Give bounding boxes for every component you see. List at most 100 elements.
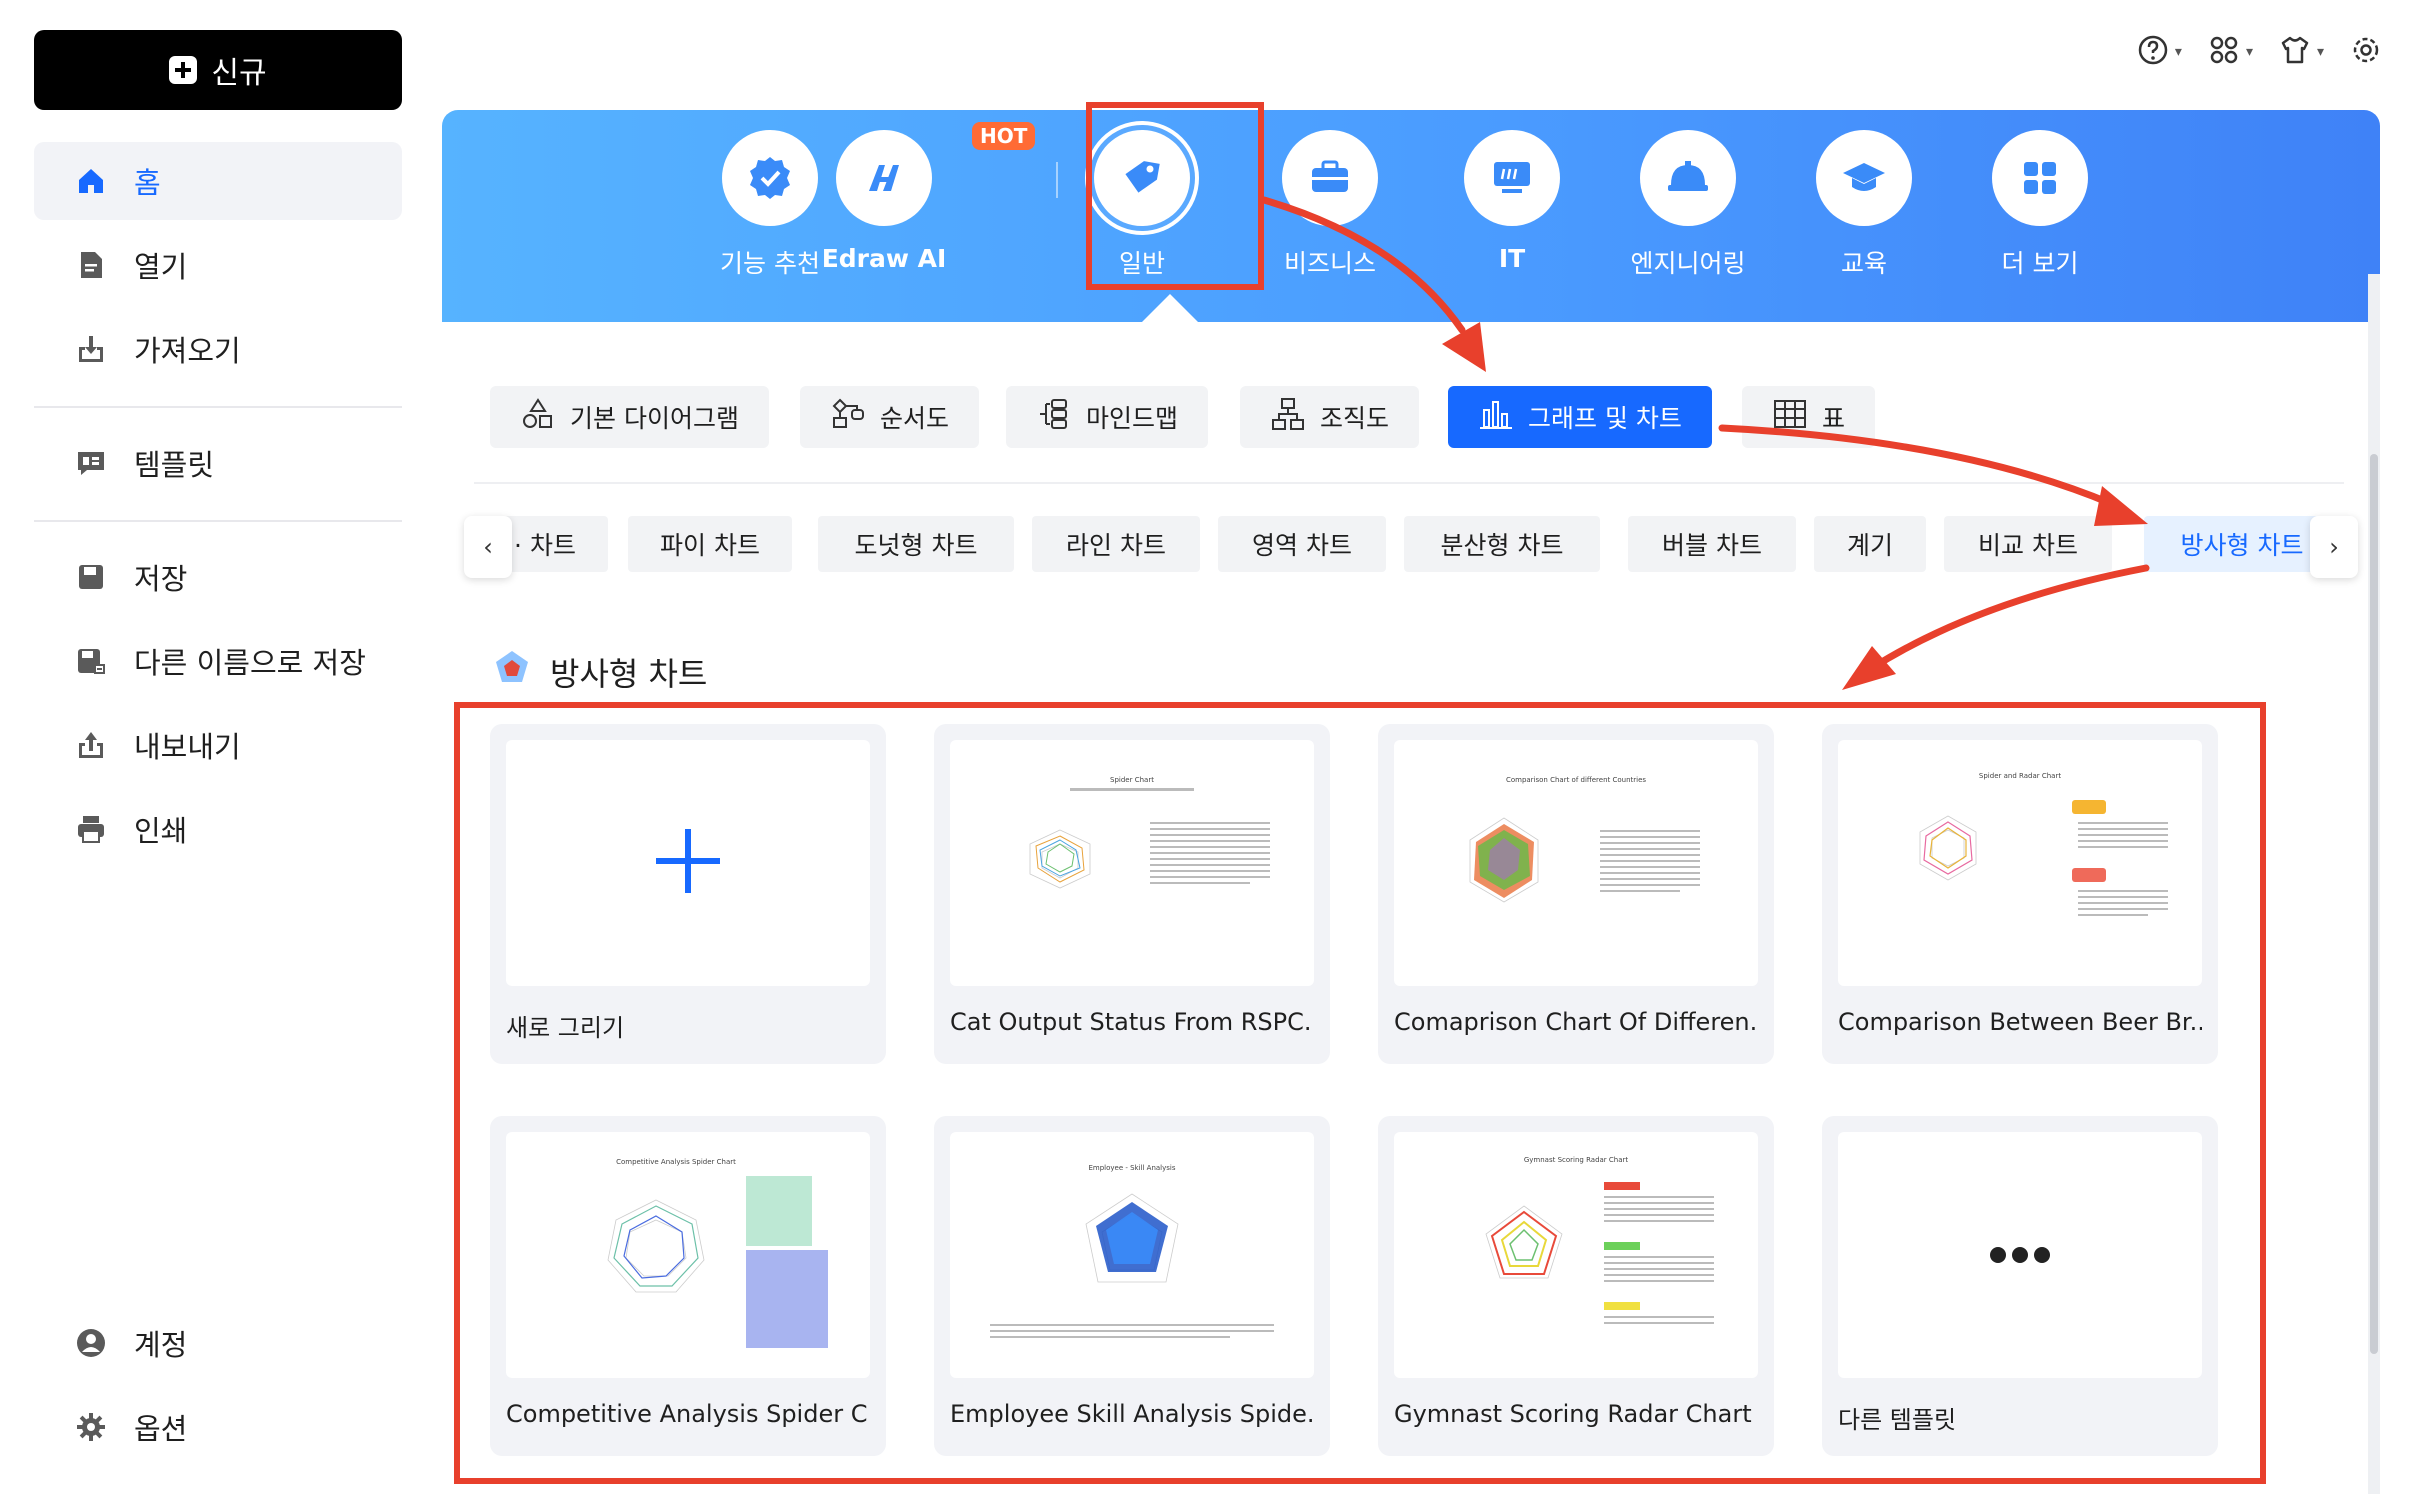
- settings-icon: [2350, 34, 2382, 70]
- sidebar-item-import[interactable]: 가져오기: [34, 310, 402, 388]
- annotation-highlight-templates: [454, 702, 2266, 1484]
- plus-icon: [169, 56, 198, 84]
- chevron-down-icon: ▾: [2174, 44, 2182, 60]
- tab-label: 조직도: [1320, 404, 1390, 433]
- tab-label: 그래프 및 차트: [1528, 404, 1682, 433]
- banner-separator: [1056, 162, 1058, 198]
- chip-label: 파이 차트: [660, 531, 760, 560]
- chip-label: · 차트: [514, 531, 576, 560]
- chip-gauge[interactable]: 계기: [1814, 516, 1926, 572]
- new-button-label: 신규: [211, 56, 267, 91]
- print-icon: [74, 812, 108, 846]
- grid-icon: [1992, 130, 2088, 226]
- chip-label: 도넛형 차트: [854, 531, 978, 560]
- category-education[interactable]: 교육: [1794, 130, 1934, 280]
- category-it[interactable]: IT: [1442, 130, 1582, 273]
- sidebar-item-open[interactable]: 열기: [34, 226, 402, 304]
- category-label: 더 보기: [2001, 249, 2079, 278]
- sidebar-divider: [34, 406, 402, 408]
- sidebar-item-home[interactable]: 홈: [34, 142, 402, 220]
- chevron-left-icon: ‹: [483, 533, 493, 561]
- theme-icon: [2279, 34, 2311, 70]
- ai-icon: [836, 130, 932, 226]
- sidebar-item-options[interactable]: 옵션: [34, 1388, 402, 1466]
- tab-label: 마인드맵: [1086, 404, 1179, 433]
- sidebar-item-label: 저장: [134, 562, 188, 596]
- category-label: IT: [1498, 244, 1526, 273]
- chevron-down-icon: ▾: [2245, 44, 2253, 60]
- chip-label: 분산형 차트: [1440, 531, 1564, 560]
- sidebar-item-label: 다른 이름으로 저장: [134, 646, 366, 680]
- chevron-right-icon: ›: [2329, 533, 2339, 561]
- template-icon: [74, 446, 108, 480]
- chip-comparison-chart[interactable]: 비교 차트: [1944, 516, 2112, 572]
- scroll-right-button[interactable]: ›: [2310, 516, 2358, 578]
- chip-area-chart[interactable]: 영역 차트: [1218, 516, 1386, 572]
- top-toolbar: ▾ ▾ ▾: [2137, 34, 2382, 70]
- scroll-left-button[interactable]: ‹: [464, 516, 512, 578]
- graduation-cap-icon: [1816, 130, 1912, 226]
- tab-org-chart[interactable]: 조직도: [1240, 386, 1420, 448]
- category-business[interactable]: 비즈니스: [1260, 130, 1400, 280]
- home-icon: [74, 164, 108, 198]
- sidebar-divider: [34, 520, 402, 522]
- tab-label: 표: [1822, 404, 1846, 433]
- sidebar-item-account[interactable]: 계정: [34, 1304, 402, 1382]
- category-edraw-ai[interactable]: Edraw AI: [814, 130, 954, 273]
- tab-table[interactable]: 표: [1742, 386, 1876, 448]
- chip-label: 방사형 차트: [2180, 531, 2304, 560]
- tab-flowchart[interactable]: 순서도: [800, 386, 980, 448]
- tab-graphs-and-charts[interactable]: 그래프 및 차트: [1448, 386, 1712, 448]
- apps-button[interactable]: ▾: [2208, 34, 2253, 70]
- tab-basic-diagram[interactable]: 기본 다이어그램: [490, 386, 769, 448]
- sidebar-item-templates[interactable]: 템플릿: [34, 424, 402, 502]
- org-chart-icon: [1270, 396, 1306, 438]
- category-label: Edraw AI: [821, 244, 947, 273]
- sidebar-item-save-as[interactable]: 다른 이름으로 저장: [34, 622, 402, 700]
- sidebar-item-export[interactable]: 내보내기: [34, 706, 402, 784]
- apps-icon: [2208, 34, 2240, 70]
- chip-donut-chart[interactable]: 도넛형 차트: [818, 516, 1014, 572]
- chip-label: 버블 차트: [1662, 531, 1762, 560]
- scrollbar[interactable]: [2368, 274, 2380, 1494]
- chip-label: 라인 차트: [1066, 531, 1166, 560]
- sidebar-item-label: 내보내기: [134, 730, 241, 764]
- flowchart-icon: [830, 396, 866, 438]
- sidebar-item-save[interactable]: 저장: [34, 538, 402, 616]
- file-icon: [74, 248, 108, 282]
- save-icon: [74, 560, 108, 594]
- sidebar-item-label: 인쇄: [134, 814, 188, 848]
- tab-label: 기본 다이어그램: [570, 404, 739, 433]
- sidebar-item-label: 가져오기: [134, 334, 241, 368]
- save-as-icon: [74, 644, 108, 678]
- sidebar-item-label: 계정: [134, 1328, 188, 1362]
- new-button[interactable]: 신규: [34, 30, 402, 110]
- category-engineering[interactable]: 엔지니어링: [1618, 130, 1758, 280]
- chip-bubble-chart[interactable]: 버블 차트: [1628, 516, 1796, 572]
- help-icon: [2137, 34, 2169, 70]
- chevron-down-icon: ▾: [2316, 44, 2324, 60]
- help-button[interactable]: ▾: [2137, 34, 2182, 70]
- chip-scatter-chart[interactable]: 분산형 차트: [1404, 516, 1600, 572]
- sidebar: 신규 홈 열기 가져오기 템플릿 저장 다른 이름으로 저장 내보내기 인쇄 계…: [0, 0, 440, 1494]
- import-icon: [74, 332, 108, 366]
- tabs-divider: [474, 482, 2344, 484]
- selection-pointer: [1142, 294, 1198, 322]
- gear-icon: [74, 1410, 108, 1444]
- category-label: 비즈니스: [1283, 249, 1376, 278]
- scrollbar-thumb[interactable]: [2370, 454, 2378, 1354]
- export-icon: [74, 728, 108, 762]
- sidebar-item-print[interactable]: 인쇄: [34, 790, 402, 868]
- theme-button[interactable]: ▾: [2279, 34, 2324, 70]
- sidebar-item-label: 옵션: [134, 1412, 188, 1446]
- tab-mindmap[interactable]: 마인드맵: [1006, 386, 1209, 448]
- chip-label: 영역 차트: [1252, 531, 1352, 560]
- category-more[interactable]: 더 보기: [1970, 130, 2110, 280]
- settings-button[interactable]: [2350, 34, 2382, 70]
- chip-line-chart[interactable]: 라인 차트: [1032, 516, 1200, 572]
- briefcase-icon: [1282, 130, 1378, 226]
- account-icon: [74, 1326, 108, 1360]
- sidebar-item-label: 열기: [134, 250, 188, 284]
- hot-badge: HOT: [972, 122, 1036, 150]
- chip-pie-chart[interactable]: 파이 차트: [628, 516, 792, 572]
